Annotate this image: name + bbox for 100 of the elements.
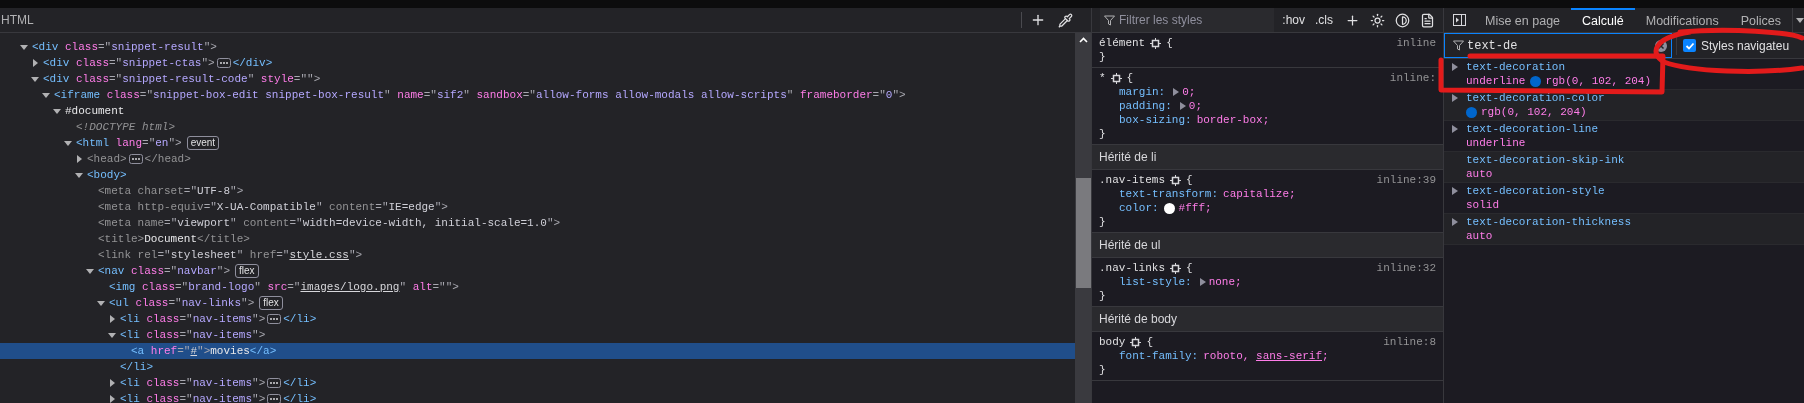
toggle-button[interactable]: :hov — [1280, 11, 1307, 29]
tree-row[interactable]: <!DOCTYPE html> — [0, 119, 1075, 135]
rule-brace: } — [1099, 50, 1106, 64]
expand-toggle-icon[interactable] — [75, 171, 83, 179]
expand-icon[interactable] — [1199, 278, 1206, 286]
ellipsis-icon[interactable] — [216, 58, 231, 68]
expand-toggle-icon[interactable] — [53, 107, 61, 115]
tree-row[interactable]: <ul class="nav-links"> flex — [0, 295, 1075, 311]
tree-row[interactable]: <head> </head> — [0, 151, 1075, 167]
expand-toggle-icon[interactable] — [97, 299, 105, 307]
expand-icon[interactable] — [1452, 94, 1458, 102]
tree-row[interactable]: </li> — [0, 359, 1075, 375]
tree-row[interactable]: <body> — [0, 167, 1075, 183]
expand-toggle-icon[interactable] — [108, 331, 116, 339]
markup-text: <li class="nav-items"> — [120, 391, 266, 403]
add-icon[interactable] — [1345, 12, 1360, 28]
expand-icon[interactable] — [1452, 187, 1458, 195]
rule-brace: { — [1186, 173, 1193, 187]
expand-toggle-icon[interactable] — [108, 395, 116, 403]
toggle-button[interactable]: .cls — [1313, 11, 1335, 29]
highlight-node-icon[interactable] — [1150, 37, 1162, 49]
color-swatch[interactable] — [1530, 75, 1542, 87]
rule-source[interactable]: inline:39 — [1376, 173, 1436, 187]
expand-icon[interactable] — [1452, 125, 1458, 133]
expand-toggle-icon[interactable] — [31, 75, 39, 83]
add-icon[interactable] — [1030, 12, 1046, 28]
tree-row[interactable]: #document — [0, 103, 1075, 119]
expand-toggle-icon[interactable] — [31, 59, 39, 67]
filter-field[interactable]: Filtrer les styles — [1100, 8, 1275, 32]
rule-source[interactable]: inline: — [1389, 71, 1436, 85]
markup-text: <iframe class="snippet-box-edit snippet-box-result" name="sif2" sandbox="allow-forms allow-modals allow-scripts" frameborder="0"> — [54, 87, 906, 103]
tab[interactable]: Calculé — [1571, 8, 1635, 32]
highlight-node-icon[interactable] — [1130, 336, 1142, 348]
tree-row[interactable]: <meta http-equiv="X-UA-Compatible" content="IE=edge"> — [0, 199, 1075, 215]
scroll-thumb[interactable] — [1075, 178, 1091, 288]
property-row[interactable]: text-decoration-thickness auto — [1444, 214, 1804, 245]
rule-source[interactable]: inline:32 — [1376, 261, 1436, 275]
dropdown-caret-icon[interactable] — [1795, 17, 1804, 23]
tree-row[interactable]: <img class="brand-logo" src="images/logo.png" alt=""> — [0, 279, 1075, 295]
tree-row[interactable]: <meta name="viewport" content="width=device-width, initial-scale=1.0"> — [0, 215, 1075, 231]
contrast-icon[interactable] — [1395, 12, 1410, 28]
tree-row[interactable]: <nav class="navbar"> flex — [0, 263, 1075, 279]
markup-badge[interactable]: flex — [259, 296, 283, 310]
highlight-node-icon[interactable] — [1110, 72, 1122, 84]
sidebar-toggle-icon[interactable] — [1452, 14, 1466, 26]
property-row[interactable]: text-decoration-color rgb(0, 102, 204) — [1444, 90, 1804, 121]
property-row[interactable]: text-decoration-line underline — [1444, 121, 1804, 152]
clear-icon[interactable] — [1655, 39, 1667, 52]
expand-toggle-icon[interactable] — [86, 267, 94, 275]
highlight-node-icon[interactable] — [1170, 174, 1181, 186]
rule-source[interactable]: inline — [1396, 36, 1436, 50]
tree-row[interactable]: <div class="snippet-result"> — [0, 39, 1075, 55]
eyedropper-icon[interactable] — [1058, 12, 1073, 28]
ellipsis-icon[interactable] — [267, 394, 282, 403]
filter-field[interactable]: text-de — [1444, 33, 1672, 58]
tree-row[interactable]: <a href="#">movies</a> — [0, 343, 1075, 359]
expand-toggle-icon[interactable] — [42, 91, 50, 99]
expand-icon[interactable] — [1452, 218, 1458, 226]
expand-toggle-icon[interactable] — [20, 43, 28, 51]
color-swatch[interactable] — [1163, 202, 1175, 214]
property-row[interactable]: text-decoration-style solid — [1444, 183, 1804, 214]
tree-row[interactable]: <li class="nav-items"> — [0, 327, 1075, 343]
tree-row[interactable]: <div class="snippet-ctas"> </div> — [0, 55, 1075, 71]
color-swatch[interactable] — [1466, 106, 1477, 118]
tab[interactable]: Mise en page — [1474, 8, 1572, 32]
tab[interactable]: Polices — [1729, 8, 1792, 32]
property-row[interactable]: text-decoration-skip-ink auto — [1444, 152, 1804, 183]
tree-row[interactable]: <html lang="en"> event — [0, 135, 1075, 151]
expand-icon[interactable] — [1452, 63, 1458, 71]
highlight-node-icon[interactable] — [1170, 262, 1181, 274]
tree-row[interactable]: <iframe class="snippet-box-edit snippet-box-result" name="sif2" sandbox="allow-forms allow-modals allow-scripts" frameborder="0"> — [0, 87, 1075, 103]
ellipsis-icon[interactable] — [267, 378, 282, 388]
ellipsis-icon[interactable] — [267, 314, 282, 324]
tree-row[interactable]: <li class="nav-items"> </li> — [0, 311, 1075, 327]
rule-source[interactable]: inline:8 — [1383, 335, 1436, 349]
scrollbar[interactable] — [1075, 33, 1091, 403]
expand-toggle-icon[interactable] — [64, 139, 72, 147]
property-name: text-decoration — [1466, 60, 1566, 74]
scroll-up-icon[interactable] — [1078, 37, 1088, 43]
markup-badge[interactable]: event — [186, 136, 220, 150]
checkbox[interactable] — [1683, 39, 1696, 52]
expand-toggle-icon[interactable] — [108, 379, 116, 387]
expand-toggle-icon[interactable] — [75, 155, 83, 163]
tree-row[interactable]: <div class="snippet-result-code" style=""> — [0, 71, 1075, 87]
tree-row[interactable]: <link rel="stylesheet" href="style.css"> — [0, 247, 1075, 263]
sun-icon[interactable] — [1370, 12, 1385, 28]
filter-input[interactable]: text-de — [1467, 36, 1652, 55]
expand-toggle-icon[interactable] — [108, 315, 116, 323]
tab[interactable]: Modifications — [1634, 8, 1730, 32]
ellipsis-icon[interactable] — [128, 154, 143, 164]
tree-row[interactable]: <li class="nav-items"> </li> — [0, 375, 1075, 391]
filter-input[interactable]: Filtrer les styles — [1119, 11, 1275, 29]
checkbox-label[interactable]: Styles navigateu — [1701, 36, 1790, 55]
tree-row[interactable]: <title>Document</title> — [0, 231, 1075, 247]
markup-text: <img class="brand-logo" src="images/logo.png" alt=""> — [109, 279, 459, 295]
document-icon[interactable] — [1420, 12, 1435, 28]
markup-text: <html lang="en"> — [76, 135, 182, 151]
tree-row[interactable]: <meta charset="UTF-8"> — [0, 183, 1075, 199]
tree-row[interactable]: <li class="nav-items"> </li> — [0, 391, 1075, 403]
markup-badge[interactable]: flex — [235, 264, 259, 278]
